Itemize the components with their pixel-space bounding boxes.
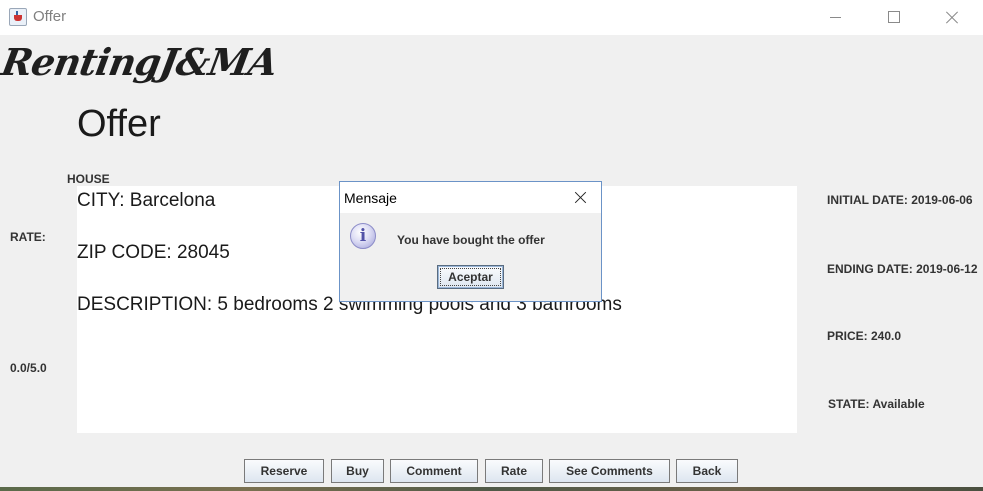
- app-logo: RentingJ&MA: [0, 40, 281, 84]
- window-titlebar: Offer: [0, 0, 983, 35]
- dialog-title: Mensaje: [344, 190, 397, 206]
- page-title: Offer: [77, 103, 161, 145]
- offer-zip-code: ZIP CODE: 28045: [77, 242, 230, 263]
- state-label: STATE: Available: [828, 397, 925, 411]
- info-icon: i: [350, 223, 376, 249]
- message-dialog: Mensaje i You have bought the offer Acep…: [339, 181, 602, 302]
- accept-button[interactable]: Aceptar: [437, 265, 504, 289]
- close-icon[interactable]: [922, 0, 980, 35]
- buy-button[interactable]: Buy: [331, 459, 384, 483]
- dialog-close-icon[interactable]: [565, 186, 595, 210]
- rate-button[interactable]: Rate: [485, 459, 543, 483]
- rate-label: RATE:: [10, 230, 46, 244]
- dialog-titlebar: Mensaje: [340, 182, 601, 213]
- price-label: PRICE: 240.0: [827, 329, 902, 343]
- offer-city: CITY: Barcelona: [77, 190, 216, 211]
- desktop-edge: [0, 487, 983, 491]
- dialog-message: You have bought the offer: [397, 233, 545, 247]
- ending-date-label: ENDING DATE: 2019-06-12: [827, 262, 978, 276]
- reserve-button[interactable]: Reserve: [244, 459, 324, 483]
- back-button[interactable]: Back: [676, 459, 738, 483]
- comment-button[interactable]: Comment: [390, 459, 478, 483]
- property-type-label: HOUSE: [67, 172, 110, 186]
- initial-date-label: INITIAL DATE: 2019-06-06: [827, 193, 973, 207]
- minimize-icon[interactable]: [806, 0, 864, 35]
- maximize-icon[interactable]: [864, 0, 922, 35]
- java-app-icon: [9, 8, 27, 26]
- window-title: Offer: [33, 8, 67, 25]
- rating-value: 0.0/5.0: [10, 361, 47, 375]
- see-comments-button[interactable]: See Comments: [549, 459, 670, 483]
